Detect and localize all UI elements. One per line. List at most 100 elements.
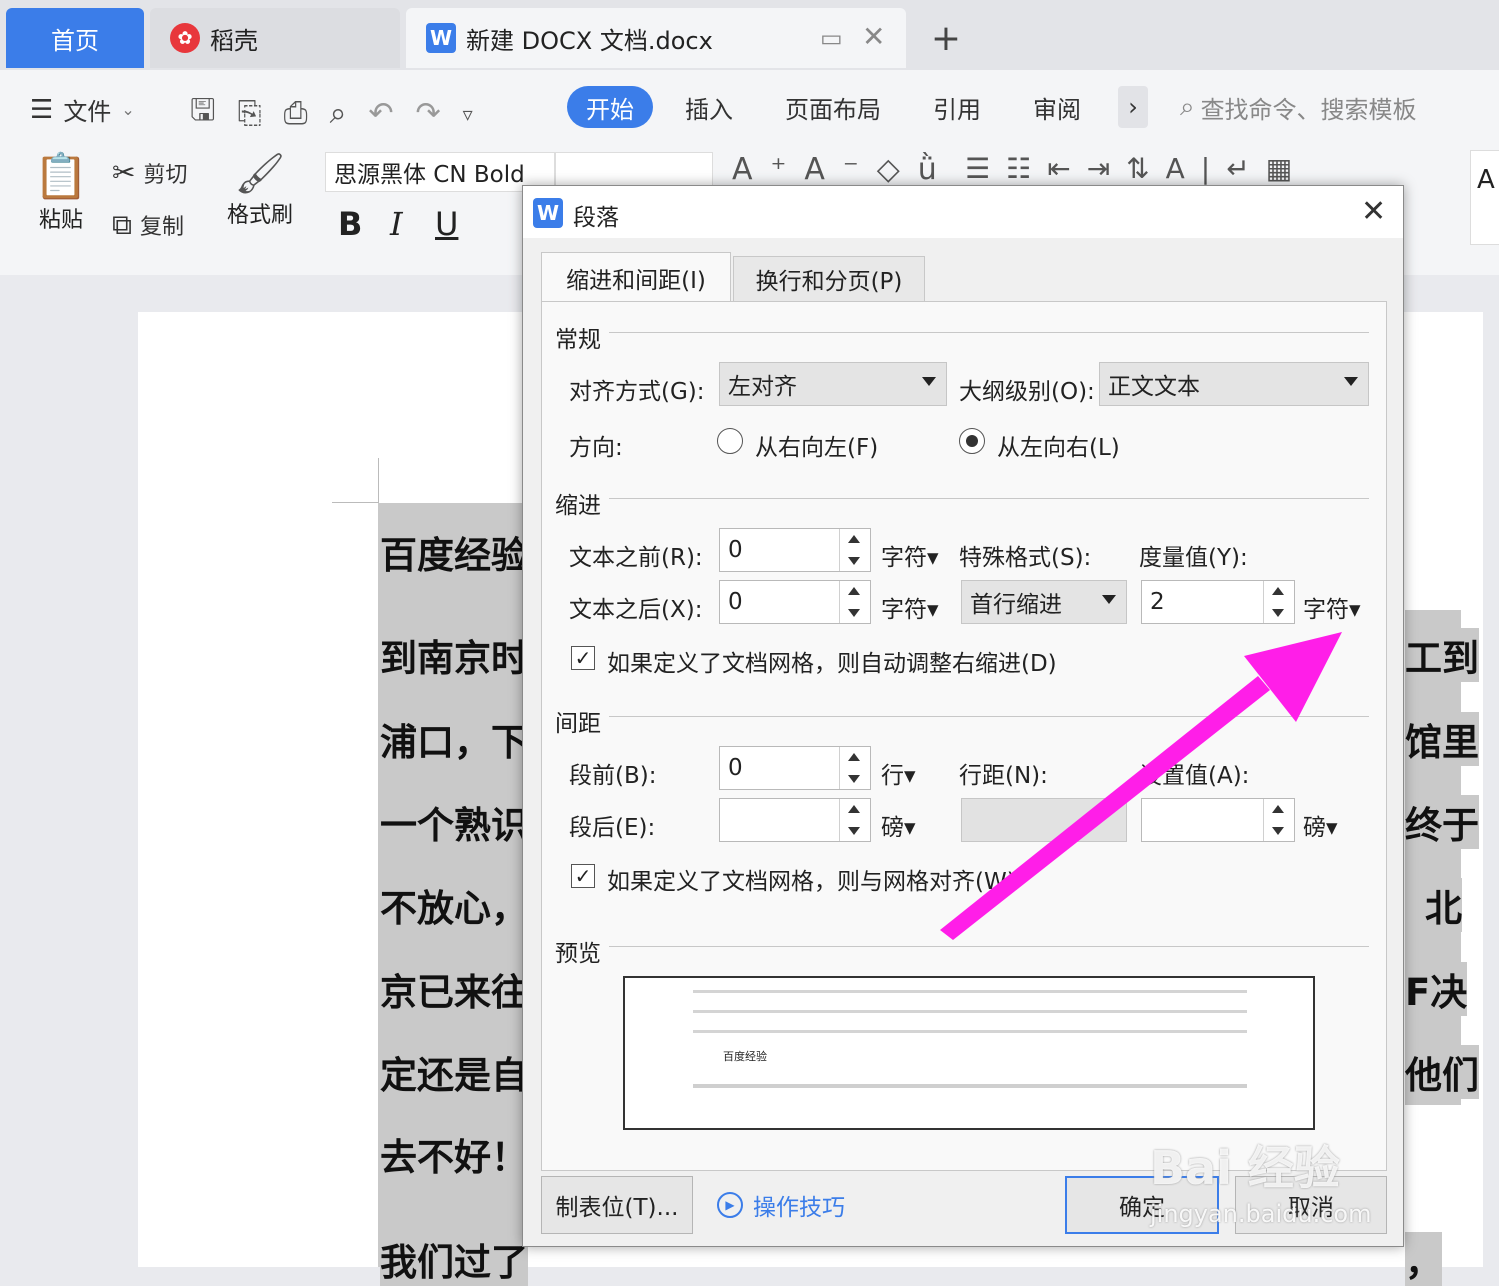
text-direction-icon[interactable]: A|	[1166, 152, 1227, 185]
spinner-buttons[interactable]	[839, 799, 870, 841]
tab-indent-spacing[interactable]: 缩进和间距(I)	[541, 252, 731, 302]
ribbon-tab-layout[interactable]: 页面布局	[785, 86, 881, 128]
preview-prev-paragraph	[693, 990, 1247, 1040]
setting-value-input[interactable]	[1141, 798, 1295, 842]
tab-stops-button[interactable]: 制表位(T)...	[541, 1176, 693, 1234]
special-format-label: 特殊格式(S):	[959, 545, 1092, 571]
save-icon[interactable]: 🖫	[190, 88, 216, 139]
outline-level-select[interactable]: 正文文本	[1099, 362, 1369, 406]
shrink-font-icon[interactable]: A⁻	[804, 152, 876, 187]
spinner-buttons[interactable]	[839, 581, 870, 623]
search-command[interactable]: ⌕ 查找命令、搜索模板	[1180, 86, 1417, 128]
tab-daoke[interactable]: ✿ 稻壳	[150, 8, 400, 68]
tips-label: 操作技巧	[753, 1195, 845, 1221]
bullet-list-icon[interactable]: ☰	[965, 152, 1006, 185]
close-icon[interactable]: ✕	[1361, 194, 1386, 229]
dialog-titlebar[interactable]	[523, 186, 1403, 238]
ribbon-tab-insert-label: 插入	[685, 95, 733, 124]
spacing-before-input[interactable]: 0	[719, 746, 871, 790]
file-menu[interactable]: ☰ 文件 ⌄	[30, 92, 135, 127]
quick-access-toolbar: 🖫 ⎘ ⎙ ⌕ ↶ ↷ ▿	[190, 88, 473, 139]
setting-value-unit[interactable]: 磅▾	[1303, 808, 1338, 842]
sort-icon[interactable]: ⇅	[1126, 152, 1165, 185]
spinner-buttons[interactable]	[839, 529, 870, 571]
doc-line: 浦口，下	[380, 712, 528, 766]
section-spacing: 间距	[555, 711, 601, 737]
bold-button[interactable]: B	[338, 205, 362, 243]
underline-button[interactable]: U	[435, 205, 458, 243]
undo-icon[interactable]: ↶	[368, 96, 393, 131]
paste-button[interactable]: 📋 粘贴	[26, 150, 96, 234]
cut-button[interactable]: ✂ 剪切	[112, 156, 187, 189]
indent-before-input[interactable]: 0	[719, 528, 871, 572]
grid-align-checkbox[interactable]: ✓	[571, 864, 595, 888]
redo-icon[interactable]: ↷	[416, 96, 441, 131]
ribbon-tab-review[interactable]: 审阅	[1033, 86, 1081, 128]
spacing-after-unit[interactable]: 磅▾	[881, 808, 916, 842]
phonetic-icon[interactable]: ǜ	[918, 152, 955, 187]
spinner-buttons[interactable]	[1263, 581, 1294, 623]
auto-adjust-checkbox[interactable]: ✓	[571, 646, 595, 670]
numbered-list-icon[interactable]: ☷	[1006, 152, 1047, 185]
preview-sample-text: 百度经验	[723, 1050, 767, 1063]
ribbon-more-button[interactable]: ›	[1118, 86, 1148, 128]
style-preview-label: A	[1477, 165, 1495, 195]
window-restore-icon[interactable]: ▭	[820, 24, 843, 52]
new-tab-button[interactable]: +	[926, 8, 966, 68]
tips-link[interactable]: ▶ 操作技巧	[717, 1188, 845, 1222]
tab-daoke-label: 稻壳	[210, 26, 258, 55]
ltr-radio[interactable]	[959, 428, 985, 454]
spinner-buttons[interactable]	[1263, 799, 1294, 841]
indent-after-input[interactable]: 0	[719, 580, 871, 624]
spacing-after-input[interactable]	[719, 798, 871, 842]
rtl-label: 从右向左(F)	[755, 435, 879, 461]
line-spacing-select[interactable]	[961, 798, 1127, 842]
search-icon: ⌕	[1180, 91, 1195, 122]
tab-document-label: 新建 DOCX 文档.docx	[466, 26, 713, 55]
doc-line-right: 北	[1425, 878, 1462, 932]
grow-font-icon[interactable]: A⁺	[732, 152, 804, 187]
style-gallery[interactable]: A	[1470, 150, 1499, 245]
customize-icon[interactable]: ▿	[463, 102, 473, 126]
spacing-before-label: 段前(B):	[569, 763, 657, 789]
section-divider	[609, 498, 1369, 499]
tab-line-page-breaks[interactable]: 换行和分页(P)	[733, 256, 925, 302]
table-icon[interactable]: ▦	[1266, 152, 1308, 185]
spacing-before-unit[interactable]: 行▾	[881, 756, 916, 790]
brush-icon: 🖌	[234, 151, 286, 197]
chevron-down-icon: ⌄	[121, 100, 135, 119]
selection-highlight-right	[1405, 610, 1461, 1105]
font-name-combo[interactable]: 思源黑体 CN Bold	[325, 152, 555, 192]
indent-before-unit[interactable]: 字符▾	[881, 538, 939, 572]
rtl-radio[interactable]	[717, 428, 743, 454]
tab-document[interactable]: W 新建 DOCX 文档.docx ▭ ✕	[406, 8, 906, 68]
print-preview-icon[interactable]: ⌕	[330, 96, 347, 131]
play-circle-icon: ▶	[717, 1192, 743, 1218]
close-tab-icon[interactable]: ✕	[862, 20, 885, 53]
measure-input[interactable]: 2	[1141, 580, 1295, 624]
measure-unit[interactable]: 字符▾	[1303, 590, 1361, 624]
decrease-indent-icon[interactable]: ⇤	[1047, 152, 1086, 185]
ribbon-tab-insert[interactable]: 插入	[685, 86, 733, 128]
eraser-icon[interactable]: ◇	[877, 152, 918, 187]
section-preview: 预览	[555, 941, 601, 967]
watermark-logo: Bai 经验	[1150, 1132, 1340, 1198]
dropdown-arrow-icon	[1102, 595, 1116, 604]
tab-home[interactable]: 首页	[6, 8, 144, 68]
indent-after-unit[interactable]: 字符▾	[881, 590, 939, 624]
copy-button[interactable]: ⧉ 复制	[112, 208, 184, 242]
print-icon[interactable]: ⎙	[284, 96, 308, 131]
alignment-select[interactable]: 左对齐	[719, 362, 947, 406]
ribbon-tab-references[interactable]: 引用	[933, 86, 981, 128]
spinner-buttons[interactable]	[839, 747, 870, 789]
special-format-select[interactable]: 首行缩进	[961, 580, 1127, 624]
export-icon[interactable]: ⎘	[238, 96, 262, 131]
ribbon-tab-start[interactable]: 开始	[567, 86, 653, 128]
doc-line-right: ，	[1405, 1232, 1442, 1286]
format-painter-button[interactable]: 🖌 格式刷	[220, 150, 300, 229]
indent-before-unit-label: 字符	[881, 545, 927, 571]
measure-label: 度量值(Y):	[1139, 545, 1248, 571]
increase-indent-icon[interactable]: ⇥	[1087, 152, 1126, 185]
show-marks-icon[interactable]: ↵	[1226, 152, 1265, 185]
italic-button[interactable]: I	[390, 205, 403, 243]
